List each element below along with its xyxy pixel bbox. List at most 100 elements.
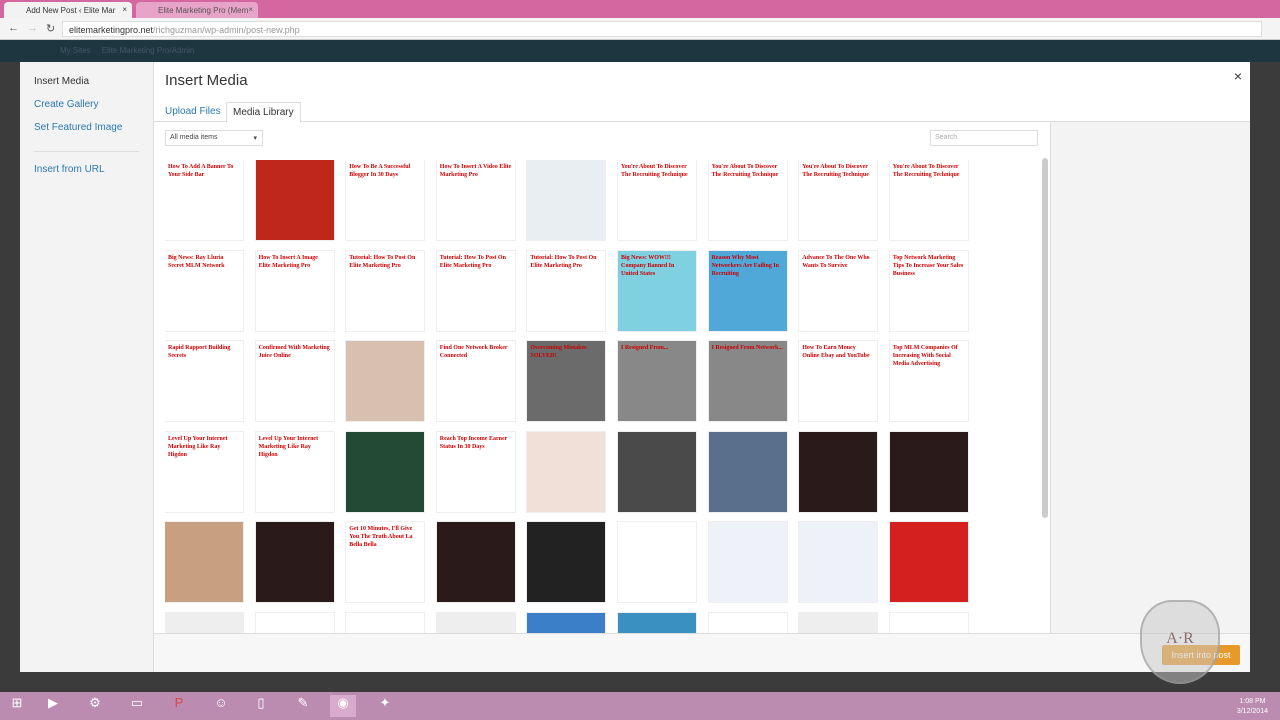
thumbnail-caption: How To Insert A Video Elite Marketing Pr… <box>439 164 512 178</box>
media-thumbnail[interactable]: How To Insert A Video Elite Marketing Pr… <box>436 160 515 240</box>
media-thumbnail[interactable] <box>708 522 787 602</box>
media-thumbnail[interactable] <box>527 522 606 602</box>
tab-upload-files[interactable]: Upload Files <box>159 102 227 121</box>
media-thumbnail[interactable] <box>799 612 878 633</box>
thumbnail-caption <box>437 522 515 528</box>
media-thumbnail[interactable] <box>527 431 606 512</box>
site-name-link[interactable]: Elite Marketing Pro/Admin <box>102 46 194 55</box>
media-thumbnail[interactable]: Level Up Your Internet Marketing Like Ra… <box>165 431 243 512</box>
media-thumbnail[interactable]: Tutorial: How To Post On Elite Marketing… <box>527 250 606 331</box>
media-thumbnail[interactable]: How To Be A Successful Blogger In 30 Day… <box>346 160 425 240</box>
media-thumbnail[interactable] <box>889 612 968 633</box>
media-thumbnail[interactable]: Top Network Marketing Tips To Increase Y… <box>889 250 968 331</box>
browser-tab[interactable]: Elite Marketing Pro (Mem × <box>136 2 258 18</box>
media-thumbnail[interactable]: Top MLM Companies Of Increasing With Soc… <box>889 341 968 421</box>
media-thumbnail[interactable]: Big News: Ray Lluria Secret MLM Network <box>165 250 243 331</box>
media-thumbnail[interactable] <box>527 612 606 633</box>
media-thumbnail[interactable]: How To Add A Banner To Your Side Bar <box>165 160 243 240</box>
media-thumbnail[interactable]: Reach Top Income Earner Status In 30 Day… <box>436 431 515 512</box>
tab-label: Elite Marketing Pro (Mem <box>158 6 249 15</box>
media-thumbnail[interactable]: Find One Network Broker Connected <box>436 341 515 421</box>
thumbnail-caption <box>346 432 424 438</box>
back-icon[interactable]: ← <box>8 22 19 34</box>
thumbnail-caption <box>527 160 605 166</box>
media-thumbnail[interactable]: Confirmed With Marketing Juice Online <box>255 341 334 421</box>
url-input[interactable]: elitemarketingpro.net/richguzman/wp-admi… <box>62 21 1262 37</box>
media-thumbnail[interactable]: I Resigned From... <box>618 341 696 421</box>
media-thumbnail[interactable]: I Resigned From Network... <box>708 341 787 421</box>
scrollbar[interactable] <box>1042 158 1048 518</box>
media-thumbnail[interactable] <box>618 612 696 633</box>
menu-set-featured-image[interactable]: Set Featured Image <box>20 122 153 145</box>
media-thumbnail[interactable] <box>165 522 243 602</box>
media-thumbnail[interactable] <box>346 431 425 512</box>
media-thumbnail[interactable]: Advance To The One Who Wants To Survive <box>799 250 878 331</box>
forward-icon[interactable]: → <box>27 22 38 34</box>
reload-icon[interactable]: ↻ <box>46 22 55 35</box>
media-thumbnail[interactable] <box>889 431 968 512</box>
app-icon[interactable]: ☺ <box>208 695 234 717</box>
media-thumbnail[interactable]: Level Up Your Internet Marketing Like Ra… <box>255 431 334 512</box>
media-thumbnail[interactable] <box>436 612 515 633</box>
media-player-icon[interactable]: ▶ <box>40 695 66 717</box>
media-thumbnail[interactable]: You're About To Discover The Recruiting … <box>708 160 787 240</box>
media-thumbnail[interactable] <box>708 431 787 512</box>
thumbnail-caption <box>256 160 334 166</box>
media-thumbnail[interactable] <box>708 612 787 633</box>
media-thumbnail[interactable]: Get 10 Minutes, I'll Give You The Truth … <box>346 522 425 602</box>
thumbnail-caption <box>437 613 515 619</box>
thumbnail-caption <box>346 341 424 347</box>
media-thumbnail[interactable] <box>255 160 334 240</box>
thumbnail-caption <box>709 432 787 438</box>
folder-icon[interactable]: ▭ <box>124 695 150 717</box>
thumbnail-caption <box>165 522 243 528</box>
media-thumbnail[interactable]: Tutorial: How To Post On Elite Marketing… <box>436 250 515 331</box>
media-thumbnail[interactable]: Overcoming Mistakes SOLVED! <box>527 341 606 421</box>
my-sites-link[interactable]: My Sites <box>60 46 91 55</box>
menu-insert-from-url[interactable]: Insert from URL <box>20 164 153 187</box>
tool-icon[interactable]: ✎ <box>290 695 316 717</box>
tab-media-library[interactable]: Media Library <box>226 102 301 123</box>
document-icon[interactable]: ▯ <box>248 695 274 717</box>
media-menu: Insert Media Create Gallery Set Featured… <box>20 62 154 672</box>
media-thumbnail[interactable]: Big News: WOW!!! Company Banned In Unite… <box>618 250 696 331</box>
media-thumbnail[interactable] <box>618 522 696 602</box>
media-thumbnail[interactable]: Tutorial: How To Post On Elite Marketing… <box>346 250 425 331</box>
media-thumbnail[interactable]: Rapid Rapport Building Secrets <box>165 341 243 421</box>
media-thumbnail[interactable]: How To Insert A Image Elite Marketing Pr… <box>255 250 334 331</box>
media-thumbnail[interactable]: How To Earn Money Online Ebay and YouTub… <box>799 341 878 421</box>
media-thumbnail[interactable] <box>618 431 696 512</box>
powerpoint-icon[interactable]: P <box>166 695 192 717</box>
app-icon[interactable]: ✦ <box>372 695 398 717</box>
media-thumbnail[interactable] <box>799 522 878 602</box>
close-icon[interactable]: × <box>1234 68 1242 84</box>
settings-icon[interactable]: ⚙ <box>82 695 108 717</box>
media-thumbnail[interactable]: You're About To Discover The Recruiting … <box>889 160 968 240</box>
media-thumbnail[interactable] <box>165 612 243 633</box>
chrome-icon[interactable]: ◉ <box>330 695 356 717</box>
media-thumbnail[interactable]: You're About To Discover The Recruiting … <box>799 160 878 240</box>
thumbnail-caption: Overcoming Mistakes SOLVED! <box>530 345 587 359</box>
menu-create-gallery[interactable]: Create Gallery <box>20 99 153 122</box>
close-tab-icon[interactable]: × <box>248 5 253 14</box>
media-thumbnail[interactable] <box>346 341 425 421</box>
thumbnail-caption: You're About To Discover The Recruiting … <box>892 164 960 178</box>
media-thumbnail[interactable] <box>346 612 425 633</box>
media-filter-select[interactable]: All media items ▾ <box>165 130 263 146</box>
media-thumbnail[interactable] <box>799 431 878 512</box>
thumbnail-caption: Reach Top Income Earner Status In 30 Day… <box>439 435 508 450</box>
media-thumbnail[interactable] <box>255 522 334 602</box>
menu-insert-media[interactable]: Insert Media <box>20 76 153 99</box>
media-thumbnail[interactable] <box>527 160 606 240</box>
media-thumbnail[interactable] <box>889 522 968 602</box>
start-icon[interactable]: ⊞ <box>4 695 30 717</box>
browser-tab-active[interactable]: Add New Post ‹ Elite Mar × <box>4 2 132 18</box>
thumbnail-caption: You're About To Discover The Recruiting … <box>802 164 869 178</box>
search-input[interactable]: Search <box>930 130 1038 146</box>
media-thumbnail[interactable] <box>436 522 515 602</box>
thumbnail-caption: Confirmed With Marketing Juice Online <box>258 345 330 359</box>
media-thumbnail[interactable] <box>255 612 334 633</box>
media-thumbnail[interactable]: You're About To Discover The Recruiting … <box>618 160 696 240</box>
close-tab-icon[interactable]: × <box>122 5 127 14</box>
media-thumbnail[interactable]: Reason Why Most Networkers Are Failing I… <box>708 250 787 331</box>
